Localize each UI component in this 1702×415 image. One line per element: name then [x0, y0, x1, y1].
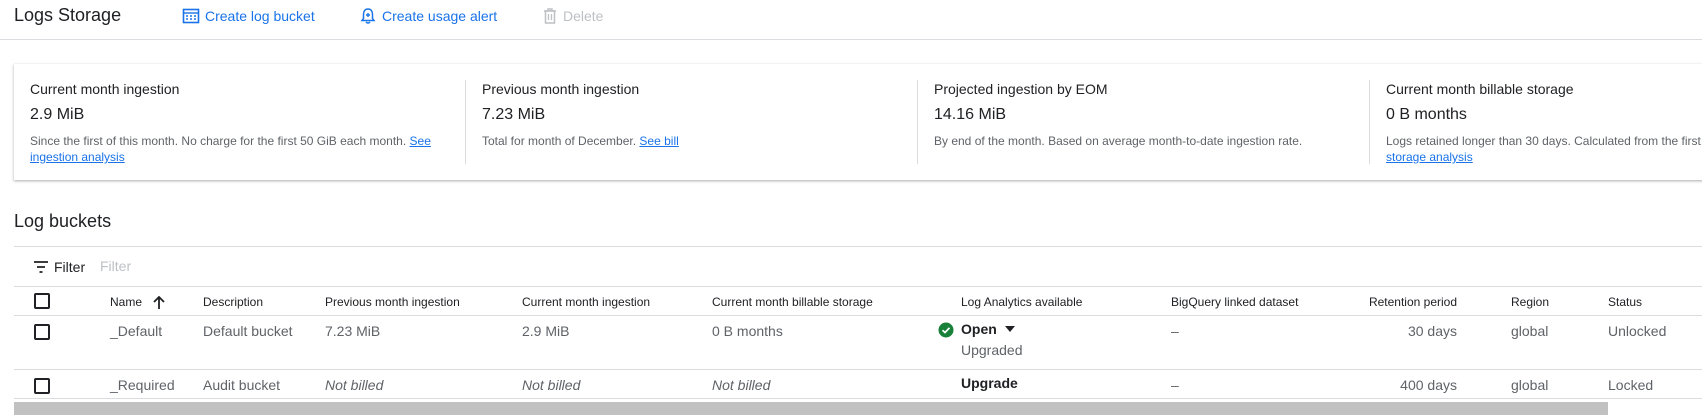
status-value: Locked	[1608, 377, 1654, 393]
current-month-ingestion-value: 2.9 MiB	[522, 323, 570, 339]
check-circle-icon	[938, 322, 954, 338]
bucket-name[interactable]: _Required	[110, 375, 175, 395]
usage-summary-cards: Current month ingestion 2.9 MiB Since th…	[14, 64, 1702, 180]
row-checkbox[interactable]	[34, 378, 50, 394]
card-value: 14.16 MiB	[934, 106, 1007, 123]
column-header-label: Name	[110, 295, 143, 309]
card-description: By end of the month. Based on average mo…	[934, 134, 1303, 148]
create-usage-alert-label: Create usage alert	[382, 8, 498, 24]
filter-input[interactable]	[100, 258, 400, 274]
billable-storage-value: Not billed	[712, 377, 771, 393]
card-value: 7.23 MiB	[482, 106, 546, 123]
table-header-row: Name Description Previous month ingestio…	[14, 286, 1702, 315]
card-desc-text: Total for month of December.	[482, 134, 637, 148]
select-all-checkbox[interactable]	[34, 293, 50, 309]
log-buckets-table: Name Description Previous month ingestio…	[14, 286, 1702, 399]
card-value: 2.9 MiB	[30, 106, 85, 123]
delete-button[interactable]: Delete	[542, 6, 603, 26]
create-usage-alert-button[interactable]: Create usage alert	[359, 6, 497, 26]
filter-icon	[34, 261, 48, 273]
open-label: Open	[961, 321, 997, 337]
table-row: _Required Audit bucket Not billed Not bi…	[14, 369, 1702, 399]
previous-month-ingestion-value: 7.23 MiB	[325, 323, 381, 339]
retention-value: 30 days	[1407, 323, 1457, 339]
card-value: 0 B months	[1386, 106, 1467, 123]
table-row: _Default Default bucket 7.23 MiB 2.9 MiB…	[14, 315, 1702, 369]
card-current-month-ingestion: Current month ingestion 2.9 MiB Since th…	[14, 64, 466, 180]
column-header-name[interactable]: Name	[110, 292, 165, 312]
bigquery-dataset-value: –	[1171, 323, 1179, 339]
log-analytics-status: Upgraded	[961, 342, 1023, 358]
storage-analysis-link[interactable]: storage analysis	[1386, 150, 1473, 164]
trash-icon	[544, 8, 556, 24]
column-header-current-month-ingestion[interactable]: Current month ingestion	[522, 292, 650, 312]
card-title: Current month ingestion	[30, 81, 180, 97]
column-header-status[interactable]: Status	[1608, 292, 1642, 312]
card-desc-text: Logs retained longer than 30 days. Calcu…	[1386, 134, 1701, 148]
billable-storage-value: 0 B months	[712, 323, 783, 339]
column-header-log-analytics[interactable]: Log Analytics available	[961, 292, 1082, 312]
status-value: Unlocked	[1608, 323, 1667, 339]
see-bill-link[interactable]: See bill	[639, 134, 678, 148]
open-log-analytics-dropdown[interactable]: Open	[961, 321, 1015, 337]
card-description: Total for month of December. See bill	[482, 133, 902, 149]
horizontal-scrollbar[interactable]	[14, 402, 1608, 415]
previous-month-ingestion-value: Not billed	[325, 377, 384, 393]
card-title: Projected ingestion by EOM	[934, 81, 1108, 97]
bucket-name[interactable]: _Default	[110, 321, 162, 341]
card-billable-storage: Current month billable storage 0 B month…	[1370, 64, 1702, 180]
card-title: Previous month ingestion	[482, 81, 640, 97]
card-desc-text: Since the first of this month. No charge…	[30, 134, 407, 148]
region-value: global	[1511, 377, 1549, 393]
filter-button[interactable]: Filter	[34, 259, 85, 275]
card-projected-ingestion: Projected ingestion by EOM 14.16 MiB By …	[918, 64, 1370, 180]
bigquery-dataset-value: –	[1171, 377, 1179, 393]
create-log-bucket-button[interactable]: Create log bucket	[182, 6, 315, 26]
sort-arrow-up-icon	[153, 295, 165, 309]
card-title: Current month billable storage	[1386, 81, 1574, 97]
filter-bar: Filter	[14, 246, 1702, 286]
column-header-bigquery[interactable]: BigQuery linked dataset	[1171, 292, 1298, 312]
alert-icon	[360, 8, 376, 24]
page-title: Logs Storage	[14, 5, 122, 25]
top-bar: Logs Storage Create log bucket Create us…	[0, 0, 1702, 40]
region-value: global	[1511, 323, 1549, 339]
upgrade-button[interactable]: Upgrade	[961, 375, 1018, 391]
card-previous-month-ingestion: Previous month ingestion 7.23 MiB Total …	[466, 64, 918, 180]
column-header-previous-month-ingestion[interactable]: Previous month ingestion	[325, 292, 460, 312]
create-log-bucket-label: Create log bucket	[205, 8, 315, 24]
caret-down-icon	[1004, 326, 1015, 332]
column-header-description: Description	[203, 295, 264, 309]
delete-label: Delete	[563, 8, 604, 24]
row-checkbox[interactable]	[34, 324, 50, 340]
card-description: Logs retained longer than 30 days. Calcu…	[1386, 133, 1701, 165]
column-header-billable-storage[interactable]: Current month billable storage	[712, 292, 873, 312]
filter-label: Filter	[54, 259, 86, 275]
column-header-retention[interactable]: Retention period	[1304, 292, 1457, 312]
bucket-description: Audit bucket	[203, 377, 281, 393]
column-header-region[interactable]: Region	[1511, 292, 1549, 312]
bucket-description: Default bucket	[203, 323, 293, 339]
card-description: Since the first of this month. No charge…	[30, 133, 450, 165]
retention-value: 400 days	[1400, 377, 1457, 393]
current-month-ingestion-value: Not billed	[522, 377, 581, 393]
create-bucket-icon	[182, 8, 200, 24]
log-buckets-title: Log buckets	[14, 211, 112, 231]
